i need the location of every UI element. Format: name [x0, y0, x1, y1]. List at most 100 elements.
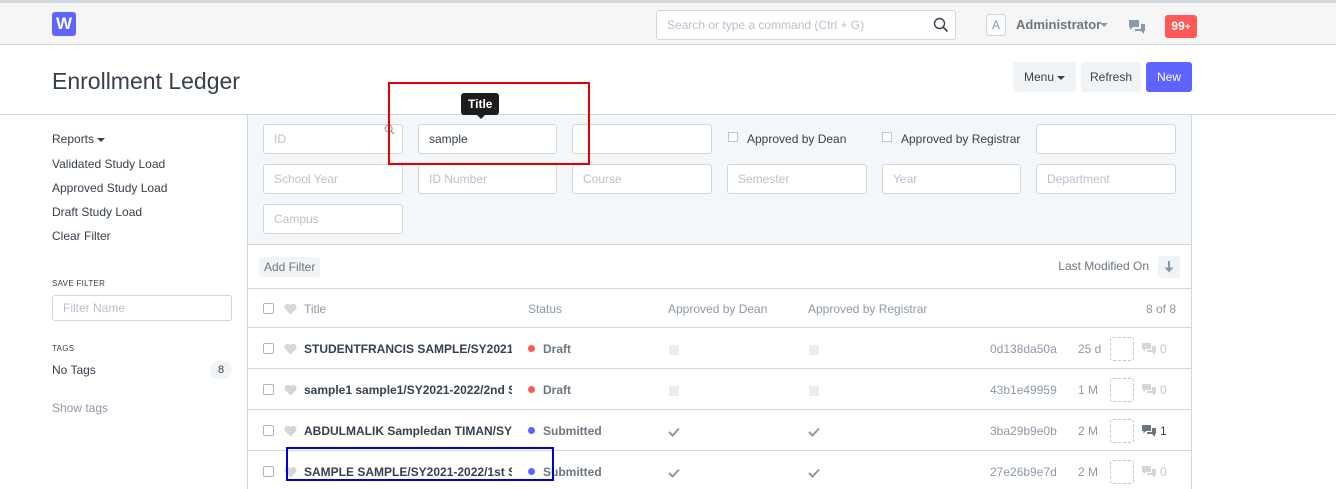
status-dot — [528, 386, 535, 394]
checkbox[interactable] — [728, 131, 738, 142]
column-approved-by-dean: Approved by Dean — [668, 302, 768, 316]
empty-filter-input[interactable] — [572, 124, 712, 154]
comment-count: 0 — [1160, 383, 1167, 397]
sidebar-item-approved-study-load[interactable]: Approved Study Load — [52, 181, 167, 195]
list-row[interactable]: sample1 sample1/SY2021-2022/2nd S Draft … — [248, 369, 1191, 410]
id-number-filter-input[interactable] — [418, 164, 557, 194]
comment-count: 0 — [1160, 342, 1167, 356]
standard-filters: Title Approved by Dean Approved by Regis… — [248, 93, 1191, 245]
comment-icon — [1142, 466, 1156, 478]
tags-heading: TAGS — [52, 344, 75, 353]
row-modified: 2 M — [1078, 424, 1099, 438]
row-name: 27e26b9e7d — [990, 465, 1057, 479]
course-filter-input[interactable] — [572, 164, 712, 194]
semester-filter-input[interactable] — [727, 164, 867, 194]
approved-by-registrar-filter[interactable]: Approved by Registrar — [882, 124, 1020, 154]
row-modified: 25 d — [1078, 342, 1102, 356]
list-row[interactable]: ABDULMALIK Sampledan TIMAN/SY2 Submitted… — [248, 410, 1191, 451]
row-name: 3ba29b9e0b — [990, 424, 1057, 438]
unchecked-box-icon — [809, 386, 819, 396]
filter-name-input[interactable] — [52, 295, 232, 321]
search-icon[interactable] — [933, 17, 949, 33]
no-tags-item[interactable]: No Tags — [52, 363, 96, 377]
comment-count: 0 — [1160, 465, 1167, 479]
row-checkbox[interactable] — [263, 384, 274, 395]
add-filter-button[interactable]: Add Filter — [259, 257, 321, 277]
column-status: Status — [528, 302, 563, 316]
checkbox[interactable] — [882, 131, 892, 142]
sort-order-button[interactable] — [1158, 256, 1180, 278]
row-checkbox[interactable] — [263, 343, 274, 354]
user-menu-label[interactable]: Administrator — [1016, 17, 1101, 32]
status-dot — [528, 427, 535, 435]
list-header: Title Status Approved by Dean Approved b… — [248, 289, 1191, 328]
record-count: 8 of 8 — [1146, 302, 1177, 316]
search-input[interactable] — [657, 11, 927, 39]
reports-label: Reports — [52, 132, 95, 146]
sidebar-item-draft-study-load[interactable]: Draft Study Load — [52, 205, 142, 219]
status-label: Draft — [543, 383, 572, 397]
row-checkbox[interactable] — [263, 425, 274, 436]
reports-dropdown[interactable]: Reports — [52, 132, 106, 146]
list-row[interactable]: SAMPLE SAMPLE/SY2021-2022/1st Se Submitt… — [248, 451, 1191, 489]
row-title[interactable]: STUDENTFRANCIS SAMPLE/SY2021-2 — [304, 342, 512, 356]
heart-icon[interactable] — [284, 466, 297, 478]
id-filter-input[interactable] — [263, 124, 403, 154]
heart-icon[interactable] — [284, 343, 297, 355]
assign-avatar-placeholder[interactable] — [1110, 337, 1134, 361]
heart-icon[interactable] — [284, 425, 297, 437]
department-filter-input[interactable] — [1036, 164, 1176, 194]
assign-avatar-placeholder[interactable] — [1110, 460, 1134, 484]
show-tags-link[interactable]: Show tags — [52, 401, 108, 415]
heart-icon[interactable] — [284, 303, 297, 315]
navbar: W A Administrator 99+ — [0, 0, 1336, 45]
unchecked-box-icon — [809, 345, 819, 355]
assign-avatar-placeholder[interactable] — [1110, 419, 1134, 443]
sort-selector[interactable]: Last Modified On — [1058, 259, 1149, 273]
sidebar-item-clear-filter[interactable]: Clear Filter — [52, 229, 111, 243]
year-filter-input[interactable] — [882, 164, 1021, 194]
extra-filter-input[interactable] — [1036, 124, 1176, 154]
list-row[interactable]: STUDENTFRANCIS SAMPLE/SY2021-2 Draft 0d1… — [248, 328, 1191, 369]
sidebar-item-validated-study-load[interactable]: Validated Study Load — [52, 157, 165, 171]
select-all-checkbox[interactable] — [263, 303, 274, 314]
app-logo[interactable]: W — [52, 12, 76, 36]
status-label: Submitted — [543, 424, 602, 438]
row-title[interactable]: SAMPLE SAMPLE/SY2021-2022/1st Se — [304, 465, 512, 479]
chat-icon[interactable] — [1128, 19, 1146, 35]
status-label: Submitted — [543, 465, 602, 479]
notifications-badge[interactable]: 99+ — [1165, 15, 1197, 38]
chevron-down-icon[interactable] — [1100, 23, 1108, 27]
status-dot — [528, 345, 535, 353]
awesomebar — [656, 10, 956, 40]
refresh-button[interactable]: Refresh — [1081, 62, 1141, 92]
title-filter-input[interactable] — [418, 124, 557, 154]
heart-icon[interactable] — [284, 384, 297, 396]
row-title[interactable]: sample1 sample1/SY2021-2022/2nd S — [304, 383, 512, 397]
column-title: Title — [304, 302, 327, 316]
status-indicator: Submitted — [528, 424, 602, 438]
notifications-count: 99 — [1171, 19, 1185, 33]
avatar[interactable]: A — [986, 14, 1006, 36]
unchecked-box-icon — [669, 345, 679, 355]
new-button[interactable]: New — [1146, 62, 1192, 92]
list-view: Title Approved by Dean Approved by Regis… — [247, 93, 1192, 489]
comment-icon — [1142, 343, 1156, 355]
assign-avatar-placeholder[interactable] — [1110, 378, 1134, 402]
chevron-down-icon — [1057, 75, 1066, 80]
row-modified: 1 M — [1078, 383, 1099, 397]
notifications-suffix: + — [1184, 22, 1191, 33]
row-title[interactable]: ABDULMALIK Sampledan TIMAN/SY2 — [304, 424, 512, 438]
approved-by-dean-filter[interactable]: Approved by Dean — [728, 124, 846, 154]
menu-button[interactable]: Menu — [1013, 62, 1076, 92]
comment-count: 1 — [1160, 424, 1167, 438]
campus-filter-input[interactable] — [263, 204, 403, 234]
row-checkbox[interactable] — [263, 466, 274, 477]
check-icon — [808, 468, 820, 478]
save-filter-heading: SAVE FILTER — [52, 279, 106, 288]
check-icon — [808, 427, 820, 437]
arrow-down-icon — [1164, 261, 1174, 273]
tag-count-badge: 8 — [210, 361, 232, 379]
school-year-filter-input[interactable] — [263, 164, 403, 194]
filter-bar: Add Filter Last Modified On — [248, 245, 1191, 289]
